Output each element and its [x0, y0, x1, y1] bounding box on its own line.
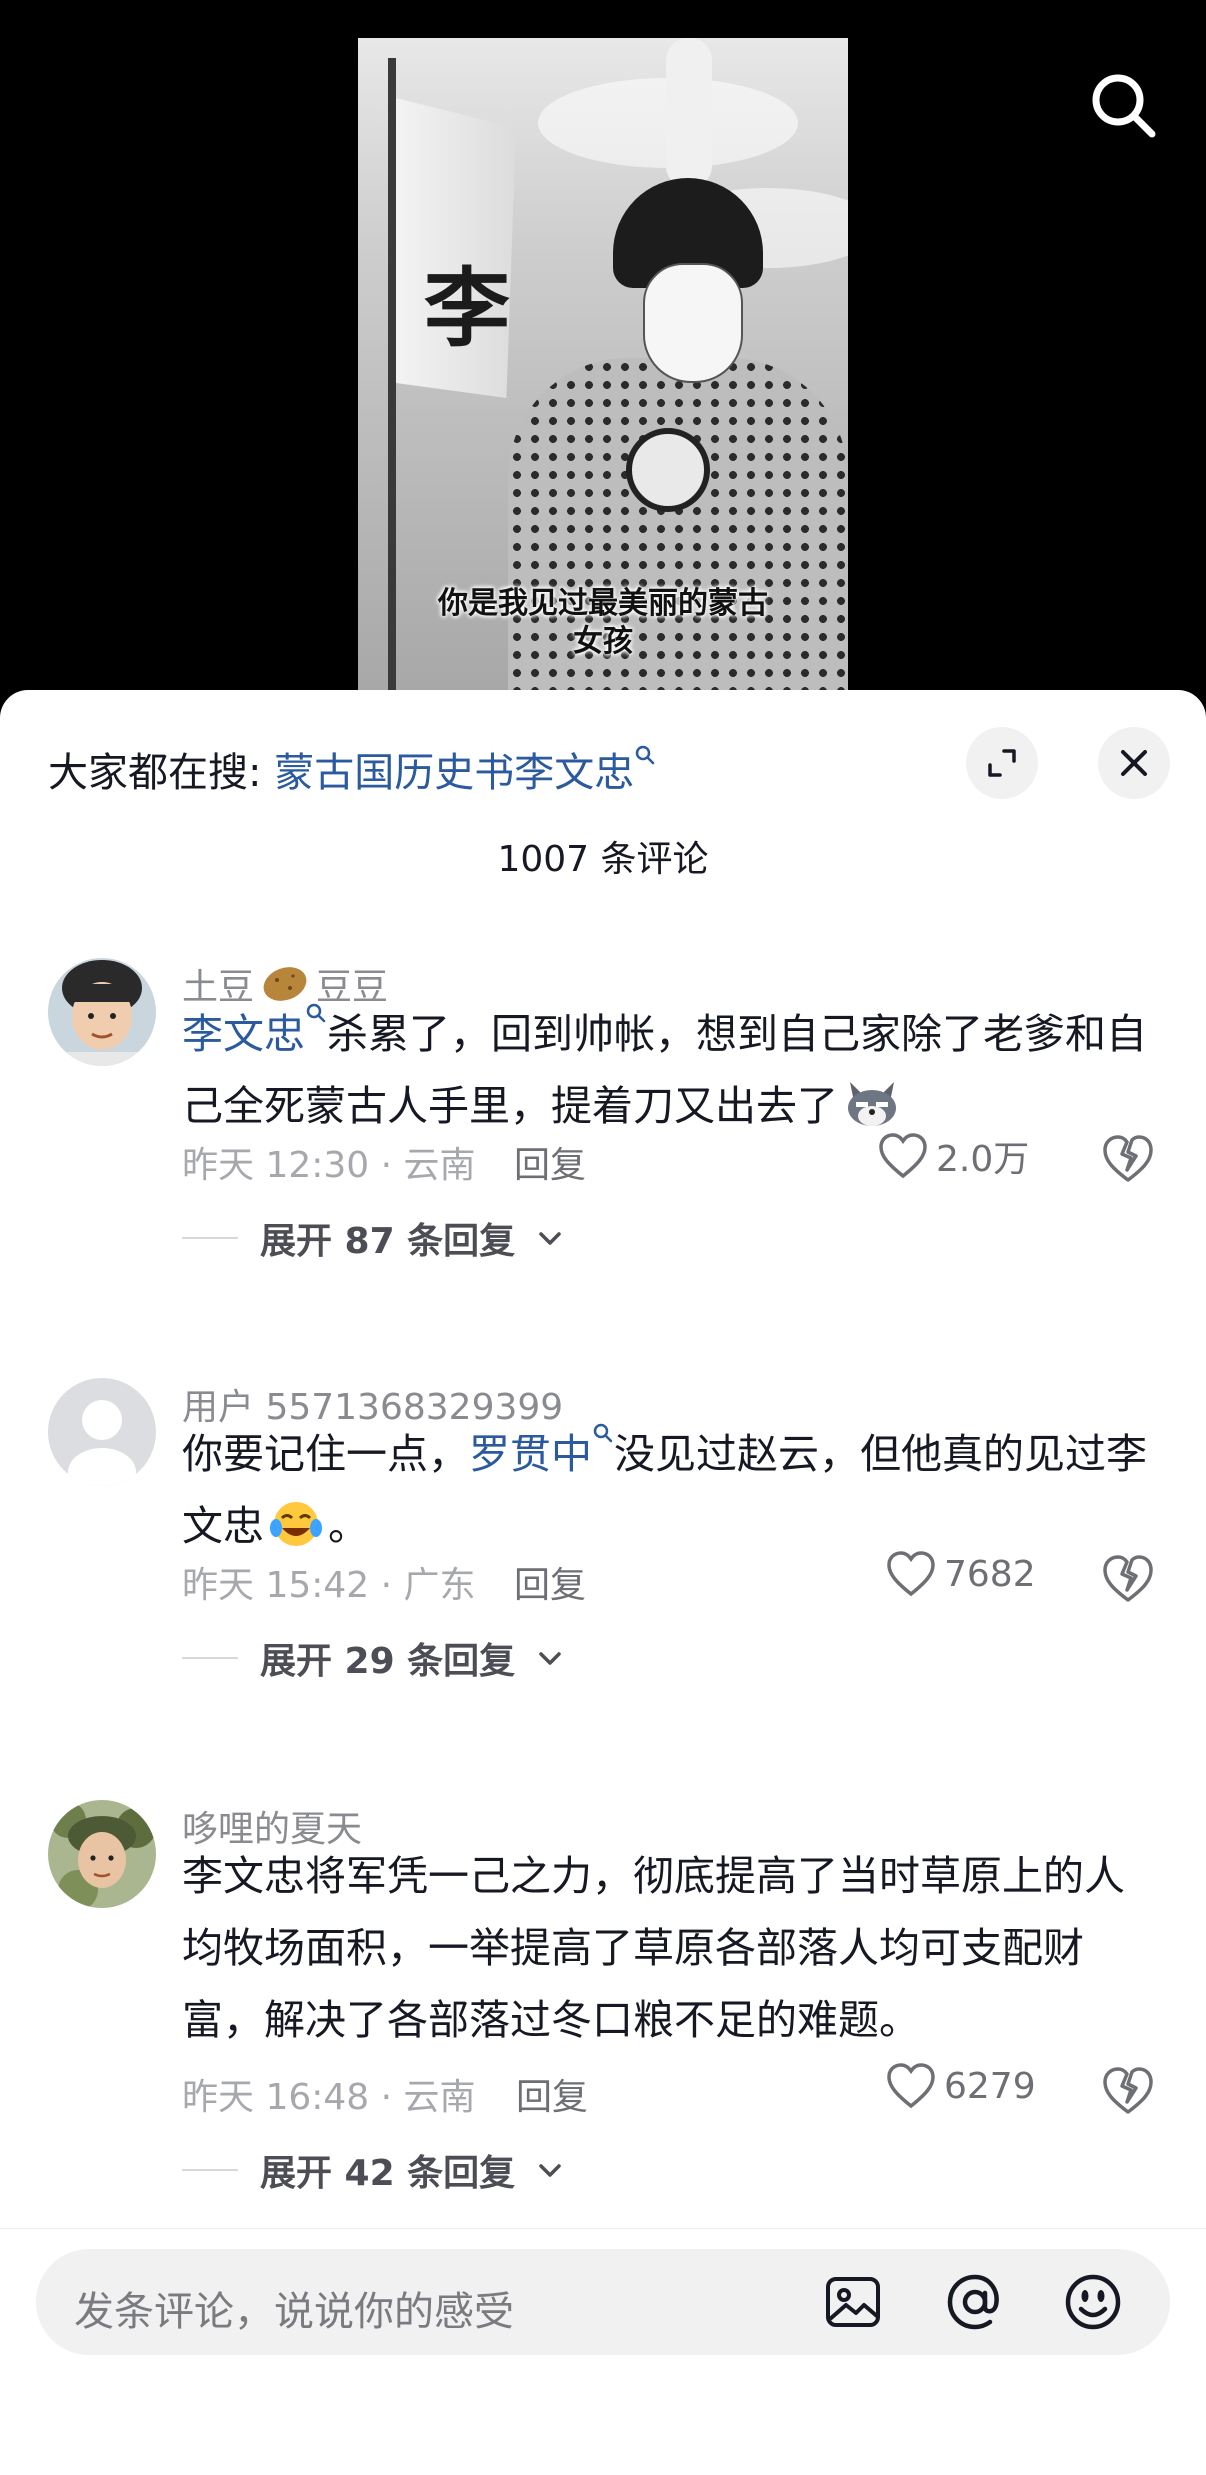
hot-search-prefix: 大家都在搜:: [48, 750, 262, 796]
comment-item: 哆哩的夏天 李文忠将军凭一己之力，彻底提高了当时草原上的人均牧场面积，一举提高了…: [0, 1800, 1206, 2220]
comment-input-area: 发条评论，说说你的感受: [0, 2228, 1206, 2475]
comment-item: 土豆 豆豆 李文忠 杀累了，回到帅帐，想到自己家除了老爹和自己全死蒙古人手里，提着…: [0, 958, 1206, 1288]
divider-line: [182, 1657, 238, 1659]
banner-character: 李: [424, 258, 510, 359]
chevron-down-icon: [539, 2164, 561, 2177]
video-frame: 李 你是我见过最美丽的蒙古 女孩: [358, 38, 848, 690]
warrior-face: [643, 263, 743, 383]
close-sheet-button[interactable]: [1098, 727, 1170, 799]
wolf-emoji-icon: [848, 1082, 896, 1126]
comment-text: 李文忠 杀累了，回到帅帐，想到自己家除了老爹和自己全死蒙古人手里，提着刀又出去了: [182, 998, 1162, 1142]
comment-body: 杀累了，回到帅帐，想到自己家除了老爹和自己全死蒙古人手里，提着刀又出去了: [182, 1010, 1147, 1130]
reply-button[interactable]: 回复: [514, 1136, 586, 1188]
expand-replies-button[interactable]: 展开 87 条回复: [182, 1212, 563, 1264]
like-count: 7682: [944, 1553, 1036, 1595]
expand-replies-button[interactable]: 展开 42 条回复: [182, 2144, 563, 2196]
search-icon: [593, 1423, 613, 1443]
broken-heart-icon[interactable]: [1100, 1550, 1156, 1606]
expand-replies-label[interactable]: 展开 29 条回复: [260, 1632, 515, 1684]
comment-item: 用户 5571368329399 你要记住一点，罗贯中 没见过赵云，但他真的见过李…: [0, 1378, 1206, 1708]
helmet-plume: [666, 38, 712, 188]
comment-body-part1: 你要记住一点，: [182, 1430, 469, 1478]
comment-text: 李文忠将军凭一己之力，彻底提高了当时草原上的人均牧场面积，一举提高了草原各部落人…: [182, 1852, 1125, 2044]
hot-search-bar: 大家都在搜: 蒙古国历史书李文忠: [48, 740, 656, 798]
divider-line: [182, 2169, 238, 2171]
chevron-down-icon: [539, 1232, 561, 1245]
video-player[interactable]: 李 你是我见过最美丽的蒙古 女孩: [0, 0, 1206, 700]
broken-heart-icon[interactable]: [1100, 2062, 1156, 2118]
comment-text: 你要记住一点，罗贯中 没见过赵云，但他真的见过李文忠。: [182, 1418, 1162, 1562]
chevron-down-icon: [539, 1652, 561, 1665]
comment-time-location: 昨天 16:48 · 云南: [182, 2077, 476, 2118]
sheet-header: 大家都在搜: 蒙古国历史书李文忠: [0, 690, 1206, 830]
armor-medallion: [626, 428, 710, 512]
divider-line: [182, 1237, 238, 1239]
broken-heart-icon[interactable]: [1100, 1130, 1156, 1186]
input-placeholder: 发条评论，说说你的感受: [74, 2289, 514, 2335]
like-button[interactable]: 7682: [886, 1550, 1036, 1598]
search-icon[interactable]: [1084, 66, 1164, 146]
expand-icon: [988, 749, 1016, 777]
hot-search-term[interactable]: 蒙古国历史书李文忠: [274, 750, 634, 796]
search-icon: [635, 745, 655, 765]
close-icon: [1121, 750, 1147, 776]
heart-icon: [887, 2063, 935, 2109]
comment-time-location: 昨天 15:42 · 广东: [182, 1565, 476, 1606]
comment-count: 1007 条评论: [497, 839, 709, 880]
avatar[interactable]: [48, 958, 156, 1066]
heart-icon: [887, 1551, 935, 1597]
avatar[interactable]: [48, 1800, 156, 1908]
mention-icon[interactable]: [944, 2271, 1006, 2333]
comment-tag-link[interactable]: 李文忠: [182, 1003, 327, 1058]
search-icon: [306, 1003, 326, 1023]
emoji-icon[interactable]: [1062, 2271, 1124, 2333]
image-icon[interactable]: [822, 2271, 884, 2333]
tag-text[interactable]: 李文忠: [182, 1010, 305, 1058]
expand-replies-label[interactable]: 展开 42 条回复: [260, 2144, 515, 2196]
reply-button[interactable]: 回复: [514, 1556, 586, 1608]
comment-time-location: 昨天 12:30 · 云南: [182, 1145, 476, 1186]
crying-laughing-emoji-icon: [270, 1502, 322, 1546]
comment-tag-link[interactable]: 罗贯中: [469, 1423, 614, 1478]
comment-sheet: 大家都在搜: 蒙古国历史书李文忠 1007 条评论 土豆 豆豆 李文忠 杀累了，…: [0, 690, 1206, 2475]
comment-body-part3: 。: [328, 1502, 369, 1550]
expand-replies-label[interactable]: 展开 87 条回复: [260, 1212, 515, 1264]
like-count: 6279: [944, 2065, 1036, 2107]
like-count: 2.0万: [936, 1139, 1030, 1180]
expand-sheet-button[interactable]: [966, 727, 1038, 799]
comment-input[interactable]: 发条评论，说说你的感受: [36, 2249, 1170, 2355]
tag-text[interactable]: 罗贯中: [469, 1430, 592, 1478]
like-button[interactable]: 2.0万: [878, 1130, 1029, 1182]
hot-search-link[interactable]: 蒙古国历史书李文忠: [274, 745, 656, 796]
like-button[interactable]: 6279: [886, 2062, 1036, 2110]
heart-icon: [879, 1133, 927, 1179]
video-subtitle-line2: 女孩: [573, 624, 633, 659]
reply-button[interactable]: 回复: [516, 2068, 588, 2120]
avatar[interactable]: [48, 1378, 156, 1486]
expand-replies-button[interactable]: 展开 29 条回复: [182, 1632, 563, 1684]
